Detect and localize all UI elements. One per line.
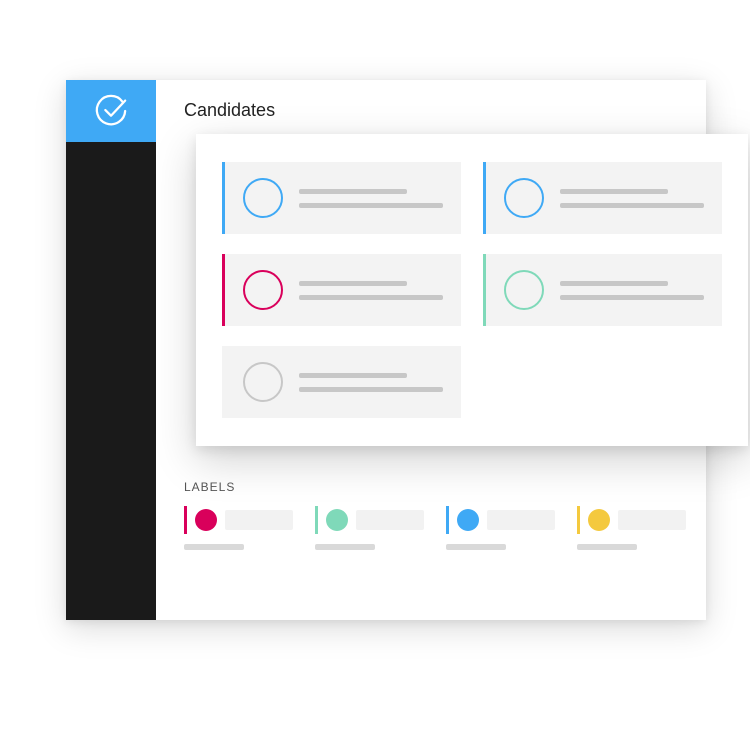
card-text-placeholder: [560, 281, 704, 300]
card-accent-bar: [483, 254, 486, 326]
candidates-popup-panel: [196, 134, 748, 446]
label-item[interactable]: [446, 506, 555, 550]
card-text-placeholder: [299, 373, 443, 392]
candidate-avatar-placeholder: [243, 362, 283, 402]
label-color-bar: [184, 506, 187, 534]
label-name-placeholder: [356, 510, 424, 530]
sidebar: [66, 80, 156, 620]
candidate-card[interactable]: [222, 254, 461, 326]
card-text-placeholder: [299, 189, 443, 208]
candidate-card[interactable]: [222, 162, 461, 234]
label-color-dot: [588, 509, 610, 531]
candidate-avatar-placeholder: [243, 178, 283, 218]
page-title: Candidates: [184, 100, 275, 121]
label-sub-placeholder: [577, 544, 637, 550]
label-name-placeholder: [487, 510, 555, 530]
label-color-dot: [326, 509, 348, 531]
label-name-placeholder: [225, 510, 293, 530]
label-color-dot: [457, 509, 479, 531]
app-logo[interactable]: [66, 80, 156, 142]
candidate-card[interactable]: [483, 162, 722, 234]
label-color-bar: [577, 506, 580, 534]
checkmark-circle-icon: [94, 94, 128, 128]
candidate-avatar-placeholder: [504, 178, 544, 218]
candidate-card-empty[interactable]: [222, 346, 461, 418]
candidate-card[interactable]: [483, 254, 722, 326]
labels-section: LABELS: [184, 480, 686, 550]
label-color-dot: [195, 509, 217, 531]
label-item[interactable]: [577, 506, 686, 550]
label-sub-placeholder: [315, 544, 375, 550]
label-item[interactable]: [184, 506, 293, 550]
card-text-placeholder: [299, 281, 443, 300]
label-sub-placeholder: [446, 544, 506, 550]
label-color-bar: [315, 506, 318, 534]
candidate-avatar-placeholder: [243, 270, 283, 310]
label-name-placeholder: [618, 510, 686, 530]
candidate-avatar-placeholder: [504, 270, 544, 310]
label-sub-placeholder: [184, 544, 244, 550]
labels-header: LABELS: [184, 480, 686, 494]
card-accent-bar: [222, 346, 225, 418]
card-accent-bar: [483, 162, 486, 234]
labels-row: [184, 506, 686, 550]
card-accent-bar: [222, 162, 225, 234]
card-accent-bar: [222, 254, 225, 326]
label-color-bar: [446, 506, 449, 534]
candidate-card-grid: [222, 162, 722, 418]
label-item[interactable]: [315, 506, 424, 550]
card-text-placeholder: [560, 189, 704, 208]
